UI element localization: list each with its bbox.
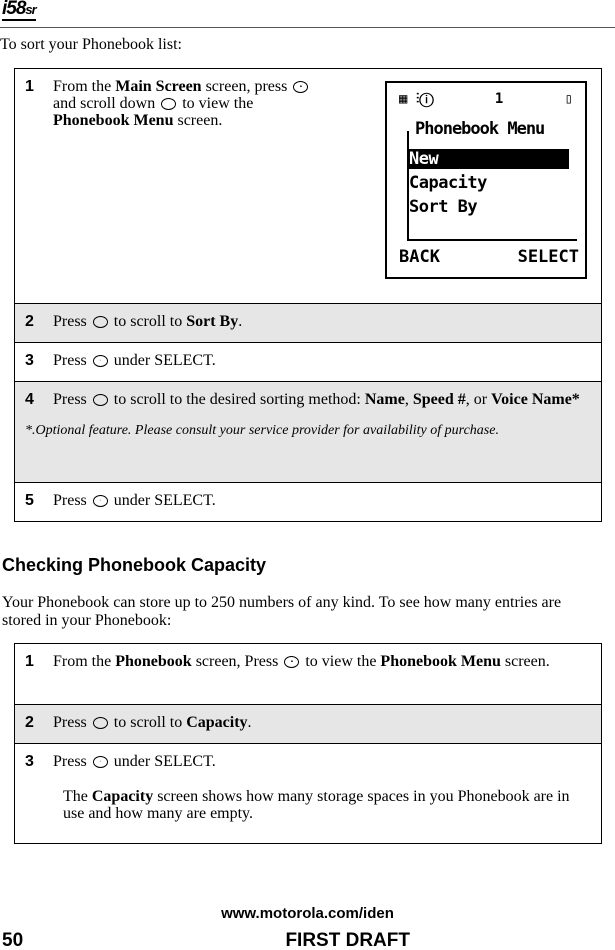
- menu-key-icon: ▪: [284, 656, 300, 669]
- header-divider: [0, 27, 615, 28]
- step-row: 5 Press · under SELECT.: [14, 482, 602, 522]
- section-paragraph: Your Phonebook can store up to 250 numbe…: [2, 594, 562, 629]
- right-soft-key-icon: ·: [92, 756, 108, 769]
- section-heading: Checking Phonebook Capacity: [2, 555, 267, 575]
- menu-key-icon: ▪: [293, 81, 309, 94]
- navigation-key-icon: [92, 717, 108, 730]
- step-row: 3 Press · under SELECT.: [14, 342, 602, 382]
- step-row: 3 Press · under SELECT. The Capacity scre…: [14, 743, 602, 844]
- intro-text: To sort your Phonebook list:: [0, 36, 182, 53]
- navigation-key-icon: [92, 394, 108, 407]
- draft-label: FIRST DRAFT: [285, 930, 410, 950]
- navigation-key-icon: [161, 98, 177, 111]
- phone-screen-illustration: ▦ ⫶ⓘ 1 ▯ Phonebook Menu New Capacity Sort …: [385, 81, 587, 279]
- soft-key-back: BACK: [399, 247, 440, 267]
- screen-title: Phonebook Menu: [413, 119, 547, 139]
- footer-url: www.motorola.com/iden: [221, 905, 394, 922]
- right-soft-key-icon: ·: [92, 495, 108, 508]
- navigation-key-icon: [92, 316, 108, 329]
- footnote: *.Optional feature. Please consult your …: [25, 423, 499, 438]
- menu-item-capacity: Capacity: [409, 173, 487, 193]
- manual-page: i58sr To sort your Phonebook list: 1 Fro…: [0, 0, 615, 950]
- step-row: 2 Press to scroll to Sort By.: [14, 303, 602, 343]
- step-row: 1 From the Phonebook screen, Press ▪ to v…: [14, 643, 602, 705]
- soft-key-select: SELECT: [517, 247, 579, 267]
- product-logo: i58sr: [2, 0, 37, 21]
- right-soft-key-icon: ·: [92, 355, 108, 368]
- battery-icon: ▯: [564, 91, 573, 107]
- menu-item-new: New: [409, 149, 569, 169]
- step-row: 4 Press to scroll to the desired sorting …: [14, 381, 602, 483]
- step-row: 2 Press to scroll to Capacity.: [14, 704, 602, 744]
- page-number: 50: [2, 930, 24, 950]
- step-row: 1 From the Main Screen screen, press ▪ a…: [14, 68, 602, 304]
- capacity-steps-table: 1 From the Phonebook screen, Press ▪ to v…: [14, 643, 602, 844]
- phonebook-status-icon: ▦ ⫶ⓘ: [399, 91, 434, 107]
- sort-steps-table: 1 From the Main Screen screen, press ▪ a…: [14, 68, 602, 522]
- menu-item-sort-by: Sort By: [409, 197, 478, 217]
